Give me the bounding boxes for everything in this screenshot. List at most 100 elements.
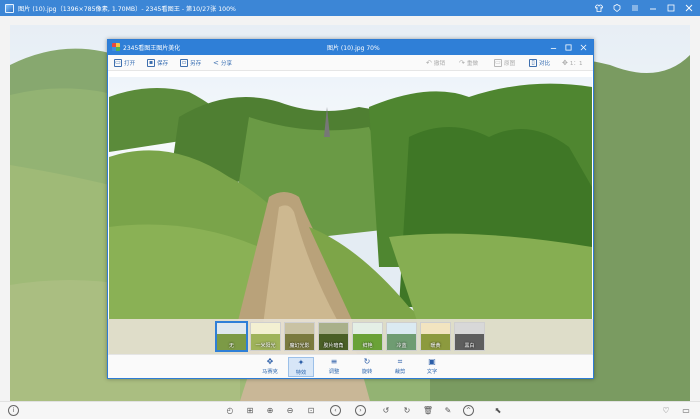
filter-thumb[interactable]: 一米阳光 bbox=[250, 322, 281, 351]
save-button[interactable]: ▪ 保存 bbox=[147, 58, 168, 68]
filter-label: 暖黄 bbox=[430, 343, 441, 349]
save-label: 保存 bbox=[157, 61, 169, 67]
delete-icon[interactable]: 🗑 bbox=[422, 405, 434, 417]
open-button[interactable]: ▭ 打开 bbox=[114, 58, 135, 68]
adjust-label: 调整 bbox=[328, 369, 340, 375]
rotate-label: 旋转 bbox=[361, 369, 373, 375]
more-icon[interactable]: ^ bbox=[463, 405, 474, 416]
ratio-label: 1：1 bbox=[569, 61, 583, 67]
filter-label: 胶片暗角 bbox=[323, 343, 344, 349]
info-icon[interactable]: i bbox=[8, 405, 19, 416]
effects-label: 特效 bbox=[295, 370, 307, 376]
image-icon: ▭ bbox=[494, 59, 502, 67]
dialog-maximize-icon[interactable] bbox=[562, 41, 574, 53]
zoom-in-icon[interactable]: ⊕ bbox=[264, 405, 276, 417]
mosaic-label: 马赛克 bbox=[262, 369, 278, 375]
redo-label: 重做 bbox=[466, 61, 479, 67]
ratio-button[interactable]: ✥ 1：1 bbox=[562, 58, 583, 68]
zoom-out-icon[interactable]: ⊖ bbox=[284, 405, 296, 417]
mosaic-button[interactable]: ✥ 马赛克 bbox=[257, 357, 283, 377]
previous-icon[interactable]: ‹ bbox=[330, 405, 341, 416]
dialog-minimize-icon[interactable] bbox=[547, 41, 559, 53]
cursor-icon: ⬉ bbox=[494, 406, 502, 415]
filter-label: 无 bbox=[228, 343, 234, 349]
heart-icon[interactable]: ♡ bbox=[660, 405, 672, 417]
beautify-dialog: 2345看图王图片美化 图片 (10).jpg 70% ▭ 打开 ▪ 保存 ▫ … bbox=[107, 39, 594, 379]
filter-thumb[interactable]: 暖黄 bbox=[420, 322, 451, 351]
rotate-button[interactable]: ↻ 旋转 bbox=[354, 357, 380, 377]
dialog-file-title: 图片 (10).jpg 70% bbox=[327, 45, 380, 52]
dialog-controls bbox=[547, 41, 589, 53]
fullscreen-icon[interactable]: ▭ bbox=[680, 405, 692, 417]
text-icon: ▣ bbox=[428, 356, 436, 366]
undo-button[interactable]: ↶ 撤销 bbox=[426, 58, 445, 68]
compare-label: 对比 bbox=[539, 61, 551, 67]
filter-thumb[interactable]: 鲜艳 bbox=[352, 322, 383, 351]
save-as-button[interactable]: ▫ 另存 bbox=[180, 58, 201, 68]
effects-button[interactable]: ✦ 特效 bbox=[288, 357, 314, 377]
filter-thumb[interactable]: 魔幻光影 bbox=[284, 322, 315, 351]
next-icon[interactable]: › bbox=[355, 405, 366, 416]
share-button[interactable]: < 分享 bbox=[213, 58, 232, 68]
save-as-icon: ▫ bbox=[180, 59, 188, 67]
sliders-icon: ≡ bbox=[330, 356, 338, 366]
open-label: 打开 bbox=[124, 61, 136, 67]
filter-strip: 无 一米阳光 魔幻光影 胶片暗角 鲜艳 冷蓝 暖黄 黑白 bbox=[108, 319, 593, 354]
text-label: 文字 bbox=[426, 369, 438, 375]
text-button[interactable]: ▣ 文字 bbox=[419, 357, 445, 377]
close-icon[interactable] bbox=[682, 2, 696, 14]
crop-icon: ⌗ bbox=[397, 356, 403, 366]
app-logo-icon bbox=[5, 3, 14, 13]
filter-label: 冷蓝 bbox=[396, 343, 407, 349]
save-icon: ▪ bbox=[147, 59, 155, 67]
filter-label: 黑白 bbox=[464, 343, 475, 349]
fit-window-icon[interactable]: ⊡ bbox=[305, 405, 317, 417]
folder-icon: ▭ bbox=[114, 59, 122, 67]
crop-label: 裁剪 bbox=[394, 369, 406, 375]
filter-thumb[interactable]: 黑白 bbox=[454, 322, 485, 351]
window-titlebar: 图片 (10).jpg（1396×785像素, 1.70MB）- 2345看图王… bbox=[0, 0, 700, 16]
dialog-toolbar: ▭ 打开 ▪ 保存 ▫ 另存 < 分享 ↶ 撤销 ↷ 重做 ▭ 原图 ▯ 对比 bbox=[108, 55, 593, 71]
magic-wand-icon: ✦ bbox=[297, 357, 305, 367]
preview-photo[interactable] bbox=[109, 77, 592, 357]
rotate-icon: ↻ bbox=[363, 356, 371, 366]
undo-icon: ↶ bbox=[426, 58, 432, 67]
filter-thumb[interactable]: 胶片暗角 bbox=[318, 322, 349, 351]
save-as-label: 另存 bbox=[190, 61, 202, 67]
redo-button[interactable]: ↷ 重做 bbox=[459, 58, 478, 68]
dialog-logo-icon bbox=[112, 43, 120, 51]
filter-label: 一米阳光 bbox=[255, 343, 276, 349]
filter-label: 鲜艳 bbox=[362, 343, 373, 349]
menu-icon[interactable] bbox=[628, 2, 642, 14]
adjust-button[interactable]: ≡ 调整 bbox=[321, 357, 347, 377]
actual-size-icon[interactable]: ⊞ bbox=[244, 405, 256, 417]
edit-icon[interactable]: ✎ bbox=[442, 405, 454, 417]
original-label: 原图 bbox=[504, 61, 516, 67]
dialog-app-name: 2345看图王图片美化 bbox=[123, 45, 181, 52]
window-title: 图片 (10).jpg（1396×785像素, 1.70MB）- 2345看图王… bbox=[18, 5, 236, 13]
redo-icon: ↷ bbox=[459, 58, 465, 67]
compare-button[interactable]: ▯ 对比 bbox=[529, 58, 550, 68]
dialog-titlebar: 2345看图王图片美化 图片 (10).jpg 70% bbox=[108, 40, 593, 55]
filter-label: 魔幻光影 bbox=[289, 343, 310, 349]
dialog-close-icon[interactable] bbox=[577, 41, 589, 53]
compare-icon: ▯ bbox=[529, 59, 537, 67]
skin-icon[interactable] bbox=[610, 2, 624, 14]
original-button[interactable]: ▭ 原图 bbox=[494, 58, 515, 68]
dialog-tools: ✥ 马赛克 ✦ 特效 ≡ 调整 ↻ 旋转 ⌗ 裁剪 ▣ 文字 bbox=[108, 354, 593, 378]
filter-thumb[interactable]: 冷蓝 bbox=[386, 322, 417, 351]
share-icon: < bbox=[213, 58, 219, 67]
undo-label: 撤销 bbox=[433, 61, 446, 67]
rotate-right-icon[interactable]: ↻ bbox=[401, 405, 413, 417]
move-icon: ✥ bbox=[562, 58, 568, 67]
shirt-icon[interactable] bbox=[592, 2, 606, 14]
minimize-icon[interactable] bbox=[646, 2, 660, 14]
mosaic-icon: ✥ bbox=[266, 356, 274, 366]
clock-icon[interactable]: ◴ bbox=[224, 405, 236, 417]
window-controls bbox=[592, 2, 696, 14]
filter-thumb[interactable]: 无 bbox=[216, 322, 247, 351]
viewer-toolbar: i ◴ ⊞ ⊕ ⊖ ⊡ ‹ › ↺ ↻ 🗑 ✎ ^ ⬉ ♡ ▭ bbox=[0, 401, 700, 419]
rotate-left-icon[interactable]: ↺ bbox=[380, 405, 392, 417]
crop-button[interactable]: ⌗ 裁剪 bbox=[387, 357, 413, 377]
maximize-icon[interactable] bbox=[664, 2, 678, 14]
